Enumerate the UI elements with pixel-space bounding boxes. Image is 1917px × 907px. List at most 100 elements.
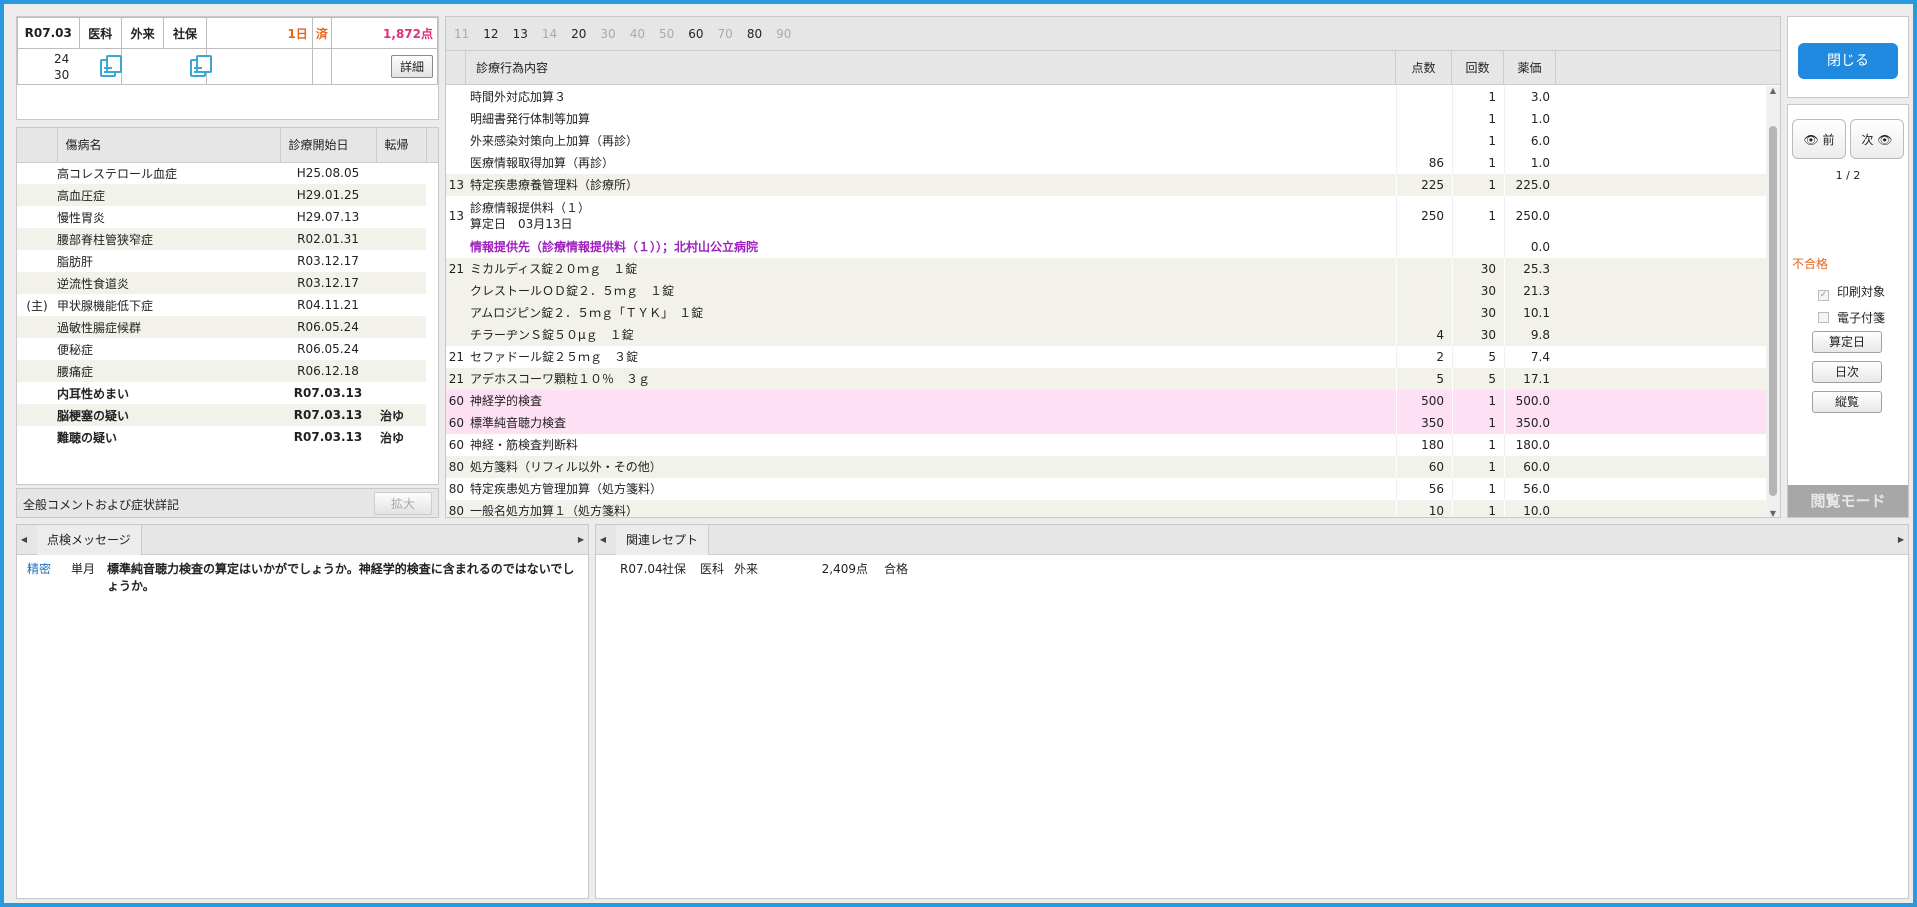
tab-category-60[interactable]: 60 (688, 27, 703, 41)
treatment-count: 5 (1452, 346, 1504, 368)
tab-right-arrow-icon[interactable]: ▶ (574, 525, 588, 555)
table-row[interactable]: 明細書発行体制等加算 1 1.0 (446, 108, 1766, 130)
disease-col-outcome[interactable]: 転帰 (376, 128, 427, 163)
tab-category-12[interactable]: 12 (483, 27, 498, 41)
tab-category-30[interactable]: 30 (600, 27, 615, 41)
treatment-scrollbar[interactable]: ▲ ▼ (1766, 86, 1780, 517)
tab-check-messages[interactable]: 点検メッセージ (37, 525, 142, 555)
prev-button[interactable]: 👁 前 (1792, 119, 1846, 159)
table-row[interactable]: 逆流性食道炎 R03.12.17 (17, 272, 438, 294)
daily-button[interactable]: 日次 (1812, 361, 1882, 383)
tab-category-14[interactable]: 14 (542, 27, 557, 41)
detail-button[interactable]: 詳細 (390, 55, 433, 78)
check-message-panel: ◀ 点検メッセージ ▶ 精密 単月 標準純音聴力検査の算定はいかがでしょうか。神経学… (16, 524, 589, 899)
disease-start-date: R07.03.13 (280, 404, 376, 426)
table-row[interactable]: 内耳性めまい R07.03.13 (17, 382, 438, 404)
table-row[interactable]: 21 アデホスコーワ顆粒１０％ ３ｇ 5 5 17.1 (446, 368, 1766, 390)
close-button[interactable]: 閉じる (1798, 43, 1898, 79)
disease-outcome (376, 228, 426, 250)
table-row[interactable]: クレストールＯＤ錠２．５ｍｇ １錠 30 21.3 (446, 280, 1766, 302)
table-row[interactable]: 外来感染対策向上加算（再診） 1 6.0 (446, 130, 1766, 152)
treatment-price: 10.1 (1504, 302, 1556, 324)
col-name[interactable]: 診療行為内容 (466, 51, 1396, 84)
expand-button[interactable]: 拡大 (373, 492, 432, 515)
table-row[interactable]: (主) 甲状腺機能低下症 R04.11.21 (17, 294, 438, 316)
col-points[interactable]: 点数 (1396, 51, 1452, 84)
disease-name: 甲状腺機能低下症 (57, 298, 154, 313)
col-count[interactable]: 回数 (1452, 51, 1504, 84)
table-row[interactable]: 時間外対応加算３ 1 3.0 (446, 86, 1766, 108)
tab-category-13[interactable]: 13 (513, 27, 528, 41)
scroll-thumb[interactable] (1769, 126, 1777, 496)
treatment-header: 診療行為内容 点数 回数 薬価 (446, 51, 1780, 85)
next-button[interactable]: 次 👁 (1850, 119, 1904, 159)
scroll-up-icon[interactable]: ▲ (1766, 86, 1780, 95)
tab-left-arrow-icon[interactable]: ◀ (596, 525, 610, 555)
tab-right-arrow-icon[interactable]: ▶ (1894, 525, 1908, 555)
treatment-name: ミカルディス錠２０ｍｇ １錠 (466, 258, 1396, 280)
table-row[interactable]: 21 ミカルディス錠２０ｍｇ １錠 30 25.3 (446, 258, 1766, 280)
table-row[interactable]: アムロジピン錠２．５ｍｇ「ＴＹＫ」 １錠 30 10.1 (446, 302, 1766, 324)
scroll-down-icon[interactable]: ▼ (1766, 509, 1780, 517)
receipt-result: 合格 (884, 562, 909, 576)
table-row[interactable]: チラーヂンＳ錠５０μｇ １錠 4 30 9.8 (446, 324, 1766, 346)
table-row[interactable]: 医療情報取得加算（再診） 86 1 1.0 (446, 152, 1766, 174)
col-price[interactable]: 薬価 (1504, 51, 1556, 84)
tab-category-50[interactable]: 50 (659, 27, 674, 41)
next-label: 次 (1861, 133, 1874, 147)
table-row[interactable]: 80 一般名処方加算１（処方箋料） 10 1 10.0 (446, 500, 1766, 517)
tab-category-70[interactable]: 70 (718, 27, 733, 41)
table-row[interactable]: 脳梗塞の疑い R07.03.13 治ゆ (17, 404, 438, 426)
list-item[interactable]: R07.04 社保 医科 外来 2,409点 合格 (620, 561, 1908, 578)
treatment-price: 10.0 (1504, 500, 1556, 517)
table-row[interactable]: 高血圧症 H29.01.25 (17, 184, 438, 206)
treatment-points: 2 (1396, 346, 1452, 368)
receipt-points: 2,409点 (821, 562, 868, 576)
table-row[interactable]: 13 特定疾患療養管理料（診療所） 225 1 225.0 (446, 174, 1766, 196)
table-row[interactable]: 80 特定疾患処方管理加算（処方箋料） 56 1 56.0 (446, 478, 1766, 500)
calc-day-button[interactable]: 算定日 (1812, 331, 1882, 353)
table-row[interactable]: 80 処方箋料（リフィル以外・その他） 60 1 60.0 (446, 456, 1766, 478)
table-row[interactable]: 60 標準純音聴力検査 350 1 350.0 (446, 412, 1766, 434)
treatment-name: 神経・筋検査判断料 (466, 434, 1396, 456)
document-icon[interactable] (189, 55, 212, 77)
table-row[interactable]: 21 セファドール錠２５ｍｇ ３錠 2 5 7.4 (446, 346, 1766, 368)
print-target-checkbox[interactable]: ✓ 印刷対象 (1818, 283, 1885, 301)
tab-left-arrow-icon[interactable]: ◀ (17, 525, 31, 555)
document-icon[interactable] (100, 55, 122, 77)
table-row[interactable]: 情報提供先（診療情報提供料（１））；北村山公立病院 0.0 (446, 236, 1766, 258)
treatment-name: 一般名処方加算１（処方箋料） (466, 500, 1396, 517)
disease-outcome (376, 294, 426, 316)
tab-category-20[interactable]: 20 (571, 27, 586, 41)
disease-tag (17, 250, 57, 272)
treatment-price: 56.0 (1504, 478, 1556, 500)
treatment-points: 56 (1396, 478, 1452, 500)
disease-spacer (426, 272, 438, 294)
overview-button[interactable]: 縦覧 (1812, 391, 1882, 413)
disease-name: 脂肪肝 (57, 254, 94, 269)
table-row[interactable]: 脂肪肝 R03.12.17 (17, 250, 438, 272)
table-row[interactable]: 高コレステロール血症 H25.08.05 (17, 162, 438, 184)
treatment-name-line: 特定疾患療養管理料（診療所） (470, 178, 639, 192)
tab-category-40[interactable]: 40 (630, 27, 645, 41)
disease-col-date[interactable]: 診療開始日 (280, 128, 377, 163)
disease-tag (17, 382, 57, 404)
table-row[interactable]: 腰部脊柱管狭窄症 R02.01.31 (17, 228, 438, 250)
related-receipt-panel: ◀ 関連レセプト ▶ R07.04 社保 医科 外来 2,409点 合格 (595, 524, 1909, 899)
table-row[interactable]: 13 診療情報提供料（１） 算定日 03月13日 250 1 250.0 (446, 196, 1766, 236)
treatment-count: 1 (1452, 174, 1504, 196)
table-row[interactable]: 慢性胃炎 H29.07.13 (17, 206, 438, 228)
tab-category-11[interactable]: 11 (454, 27, 469, 41)
table-row[interactable]: 難聴の疑い R07.03.13 治ゆ (17, 426, 438, 448)
table-row[interactable]: 便秘症 R06.05.24 (17, 338, 438, 360)
disease-col-name[interactable]: 傷病名 (57, 128, 281, 163)
tab-category-90[interactable]: 90 (776, 27, 791, 41)
table-row[interactable]: 60 神経学的検査 500 1 500.0 (446, 390, 1766, 412)
tab-related-receipts[interactable]: 関連レセプト (616, 525, 710, 555)
list-item[interactable]: 精密 単月 標準純音聴力検査の算定はいかがでしょうか。神経学的検査に含まれるのではな… (27, 561, 588, 595)
tab-category-80[interactable]: 80 (747, 27, 762, 41)
table-row[interactable]: 60 神経・筋検査判断料 180 1 180.0 (446, 434, 1766, 456)
table-row[interactable]: 腰痛症 R06.12.18 (17, 360, 438, 382)
e-attach-checkbox[interactable]: 電子付箋 (1818, 309, 1885, 326)
table-row[interactable]: 過敏性腸症候群 R06.05.24 (17, 316, 438, 338)
